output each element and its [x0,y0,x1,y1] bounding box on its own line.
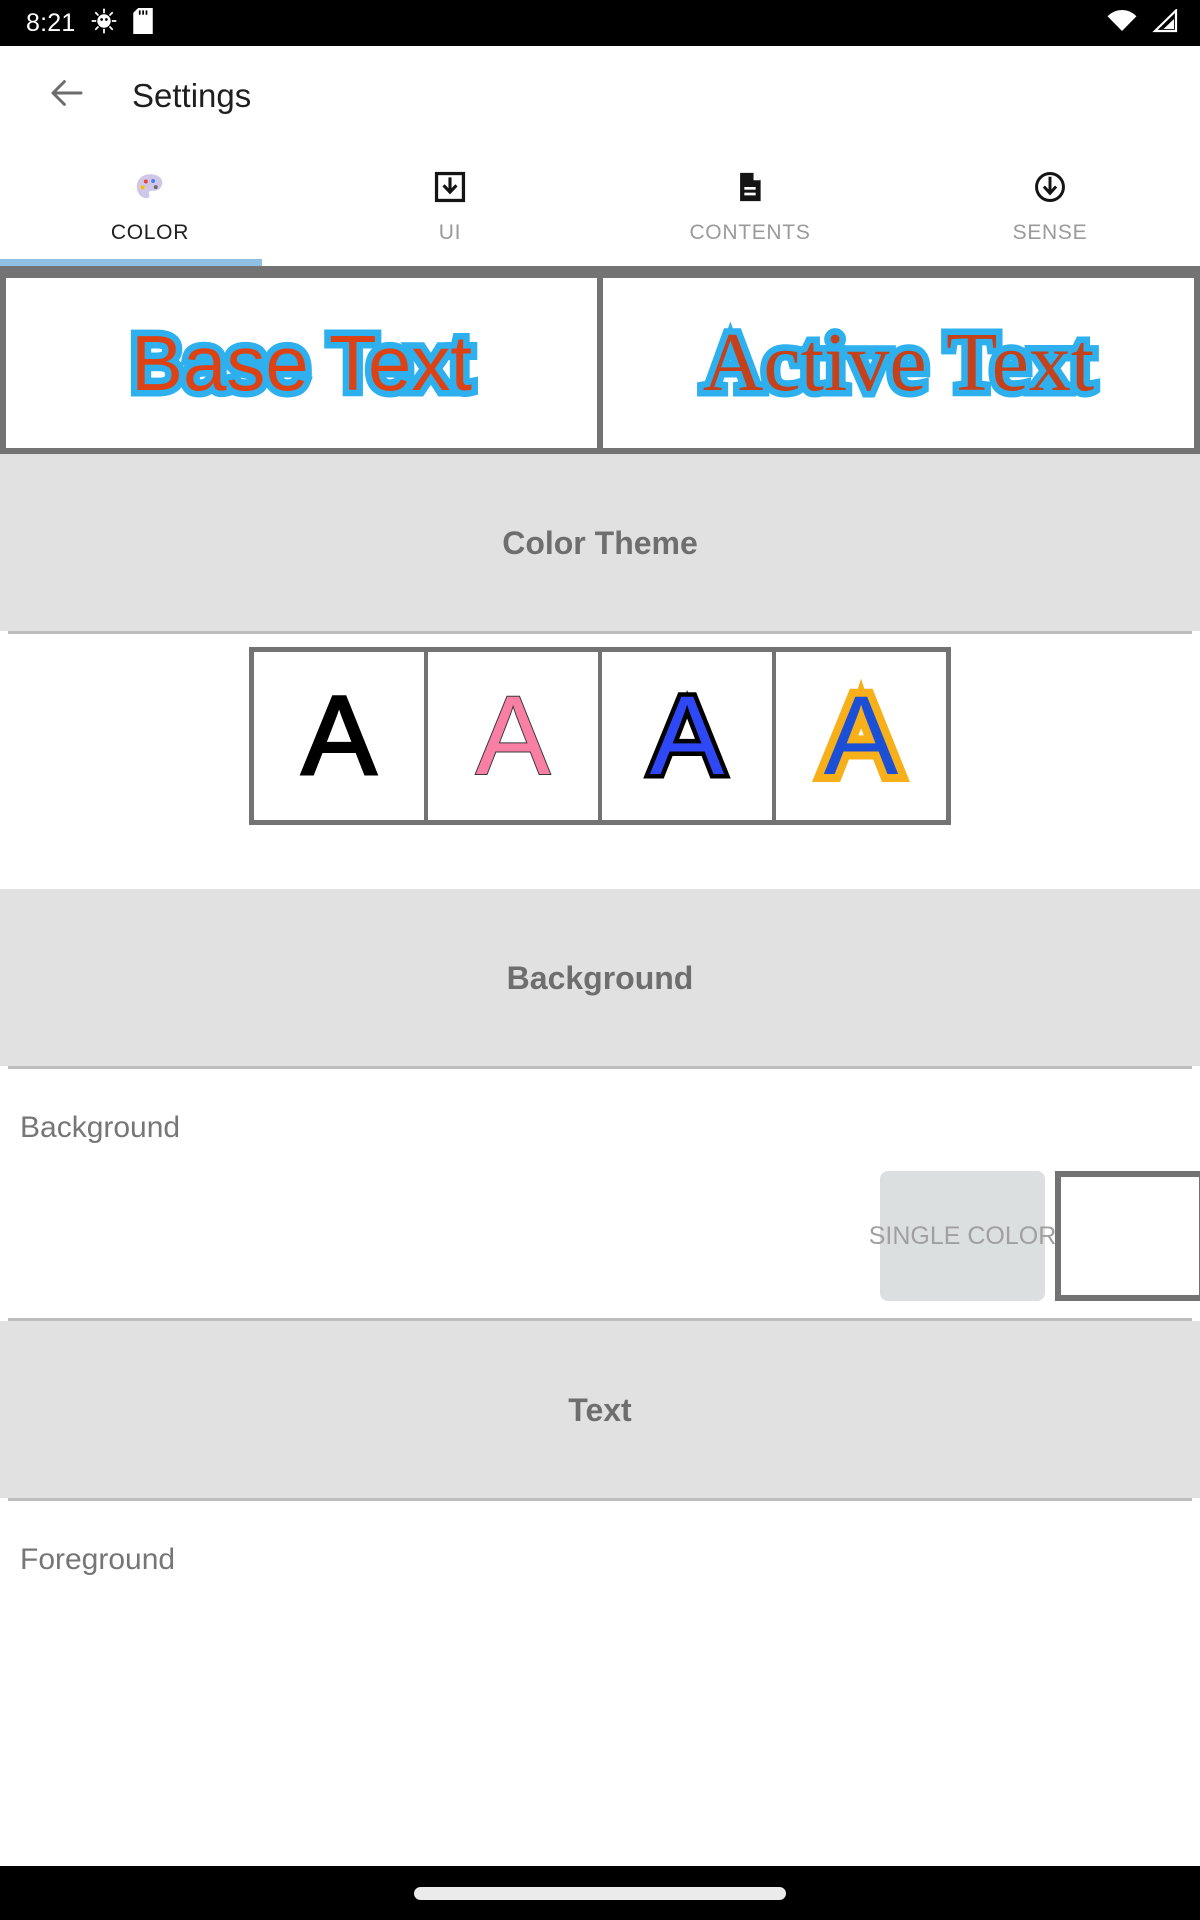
tab-label-contents: CONTENTS [689,220,811,244]
text-preview-row: Base Text Active Text [0,272,1200,454]
app-bar: Settings [0,46,1200,144]
base-text-sample: Base Text [124,318,478,409]
tab-label-sense: SENSE [1012,220,1088,244]
base-text-preview[interactable]: Base Text [0,272,600,454]
tab-active-indicator [0,259,262,266]
back-arrow-icon [46,72,88,119]
status-bar-right [1107,7,1178,38]
background-color-swatch[interactable] [1055,1171,1200,1301]
foreground-option-row[interactable]: Foreground [0,1501,1200,1661]
android-debug-icon [91,8,117,39]
active-text-sample: Active Text [696,314,1100,411]
section-header-background: Background [0,889,1200,1066]
status-bar: 8:21 [0,0,1200,46]
section-title-text: Text [568,1391,632,1428]
active-text-preview[interactable]: Active Text [600,272,1200,454]
background-option-row[interactable]: Background SINGLE COLOR [0,1069,1200,1318]
tab-color[interactable]: COLOR [0,144,300,266]
theme-swatch-4[interactable]: A [776,652,946,820]
sd-card-icon [133,7,154,39]
section-title-background: Background [506,959,694,996]
theme-swatch-1[interactable]: A [254,652,424,820]
background-controls: SINGLE COLOR [869,1171,1200,1301]
theme-swatch-letter-3: A [645,673,729,798]
import-box-icon [433,168,467,206]
palette-icon [133,168,167,206]
theme-swatch-letter-1: A [300,673,378,798]
background-row-label: Background [20,1111,181,1144]
circle-down-arrow-icon [1033,168,1067,206]
section-header-text: Text [0,1321,1200,1498]
background-mode-label: SINGLE COLOR [868,1221,1057,1250]
tab-ui[interactable]: UI [300,144,600,266]
tab-sense[interactable]: SENSE [900,144,1200,266]
system-navigation-bar [0,1866,1200,1920]
tab-label-color: COLOR [110,220,190,244]
settings-screen: 8:21 Settings COLOR UI CONTENTS SENSE Ba… [0,0,1200,1920]
back-button[interactable] [44,72,90,118]
foreground-row-label: Foreground [20,1543,176,1576]
background-mode-chip[interactable]: SINGLE COLOR [869,1171,1056,1301]
home-indicator[interactable] [414,1886,786,1900]
theme-swatch-letter-2: A [475,673,552,798]
document-icon [733,168,767,206]
theme-swatch-3[interactable]: A [602,652,772,820]
color-theme-swatch-area: A A A A [0,634,1200,889]
page-title: Settings [132,76,252,114]
status-bar-clock: 8:21 [26,8,76,37]
color-theme-swatch-strip: A A A A [249,647,951,825]
wifi-icon [1107,9,1137,38]
section-title-color-theme: Color Theme [502,524,698,561]
tab-contents[interactable]: CONTENTS [600,144,900,266]
theme-swatch-2[interactable]: A [428,652,598,820]
tab-bar: COLOR UI CONTENTS SENSE [0,144,1200,266]
status-bar-left: 8:21 [26,7,154,39]
section-header-color-theme: Color Theme [0,454,1200,631]
theme-swatch-letter-4: A [816,672,907,800]
tab-label-ui: UI [438,220,462,244]
cellular-signal-icon [1150,7,1178,38]
